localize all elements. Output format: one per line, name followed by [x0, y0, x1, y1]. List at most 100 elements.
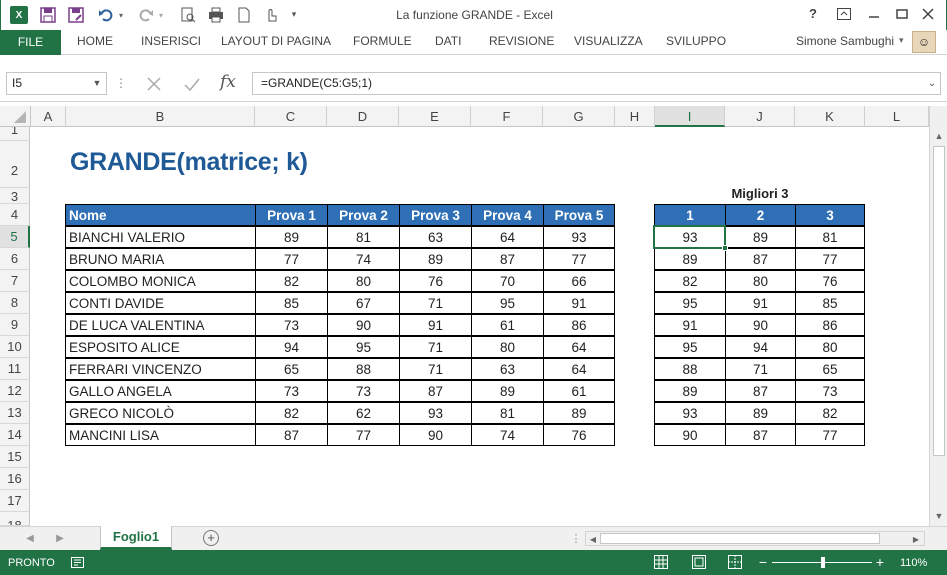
top3-cell[interactable]: 65	[795, 358, 865, 380]
user-name[interactable]: Simone Sambughi	[796, 34, 894, 48]
score-cell[interactable]: 77	[255, 248, 328, 270]
name-cell[interactable]: FERRARI VINCENZO	[65, 358, 256, 380]
score-cell[interactable]: 67	[327, 292, 400, 314]
tab-layout-di-pagina[interactable]: LAYOUT DI PAGINA	[221, 34, 331, 48]
name-box-dropdown-icon[interactable]: ▼	[90, 76, 104, 90]
scroll-up-icon[interactable]: ▲	[932, 130, 946, 142]
next-sheet-icon[interactable]: ▶	[54, 532, 66, 544]
name-cell[interactable]: MANCINI LISA	[65, 424, 256, 446]
column-header-g[interactable]: G	[543, 106, 615, 127]
tab-home[interactable]: HOME	[77, 34, 113, 48]
score-cell[interactable]: 88	[327, 358, 400, 380]
top3-cell[interactable]: 89	[654, 380, 726, 402]
vertical-scroll-thumb[interactable]	[933, 146, 945, 456]
avatar[interactable]: ☺	[912, 31, 936, 53]
row-header-14[interactable]: 14	[0, 424, 30, 446]
normal-view-icon[interactable]	[653, 554, 669, 570]
score-cell[interactable]: 70	[471, 270, 544, 292]
score-cell[interactable]: 80	[327, 270, 400, 292]
top3-cell[interactable]: 88	[654, 358, 726, 380]
tab-revisione[interactable]: REVISIONE	[489, 34, 554, 48]
top3-cell[interactable]: 90	[725, 314, 796, 336]
score-cell[interactable]: 89	[543, 402, 615, 424]
score-cell[interactable]: 64	[471, 226, 544, 248]
score-cell[interactable]: 74	[327, 248, 400, 270]
tab-inserisci[interactable]: INSERISCI	[141, 34, 201, 48]
column-header-l[interactable]: L	[865, 106, 929, 127]
macro-record-icon[interactable]	[70, 556, 84, 568]
ribbon-display-icon[interactable]	[836, 7, 852, 21]
insert-function-button[interactable]: fx	[220, 72, 236, 92]
zoom-slider-thumb[interactable]	[821, 557, 825, 568]
score-cell[interactable]: 74	[471, 424, 544, 446]
top3-cell[interactable]: 91	[654, 314, 726, 336]
top3-cell[interactable]: 71	[725, 358, 796, 380]
fill-handle[interactable]	[722, 245, 728, 251]
row-header-17[interactable]: 17	[0, 490, 30, 512]
column-header-i[interactable]: I	[655, 106, 725, 127]
score-cell[interactable]: 80	[471, 336, 544, 358]
score-cell[interactable]: 93	[399, 402, 472, 424]
score-cell[interactable]: 71	[399, 292, 472, 314]
row-header-5[interactable]: 5	[0, 226, 30, 248]
prev-sheet-icon[interactable]: ◀	[24, 532, 36, 544]
top3-cell[interactable]: 76	[795, 270, 865, 292]
zoom-in-icon[interactable]: +	[874, 554, 886, 570]
name-cell[interactable]: CONTI DAVIDE	[65, 292, 256, 314]
column-header-e[interactable]: E	[399, 106, 471, 127]
score-cell[interactable]: 73	[255, 314, 328, 336]
score-cell[interactable]: 77	[327, 424, 400, 446]
row-header-9[interactable]: 9	[0, 314, 30, 336]
scroll-right-icon[interactable]: ▶	[911, 533, 921, 545]
column-header-f[interactable]: F	[471, 106, 543, 127]
top3-cell[interactable]: 80	[795, 336, 865, 358]
score-cell[interactable]: 65	[255, 358, 328, 380]
top3-cell[interactable]: 81	[795, 226, 865, 248]
top3-cell[interactable]: 94	[725, 336, 796, 358]
score-cell[interactable]: 87	[399, 380, 472, 402]
column-header-c[interactable]: C	[255, 106, 327, 127]
top3-cell[interactable]: 85	[795, 292, 865, 314]
score-cell[interactable]: 91	[399, 314, 472, 336]
column-header-b[interactable]: B	[66, 106, 255, 127]
row-header-8[interactable]: 8	[0, 292, 30, 314]
top3-cell[interactable]: 91	[725, 292, 796, 314]
score-cell[interactable]: 61	[471, 314, 544, 336]
enter-formula-icon[interactable]	[182, 74, 202, 94]
row-header-3[interactable]: 3	[0, 188, 30, 204]
top3-cell[interactable]: 95	[654, 292, 726, 314]
score-cell[interactable]: 64	[543, 336, 615, 358]
scroll-down-icon[interactable]: ▼	[932, 510, 946, 522]
row-header-12[interactable]: 12	[0, 380, 30, 402]
score-cell[interactable]: 93	[543, 226, 615, 248]
top3-cell[interactable]: 82	[654, 270, 726, 292]
tab-dati[interactable]: DATI	[435, 34, 461, 48]
horizontal-scroll-thumb[interactable]	[600, 533, 880, 544]
top3-cell[interactable]: 90	[654, 424, 726, 446]
tab-formule[interactable]: FORMULE	[353, 34, 412, 48]
name-cell[interactable]: COLOMBO MONICA	[65, 270, 256, 292]
row-header-2[interactable]: 2	[0, 141, 30, 188]
score-cell[interactable]: 63	[471, 358, 544, 380]
minimize-icon[interactable]	[867, 8, 881, 20]
row-header-13[interactable]: 13	[0, 402, 30, 424]
row-header-7[interactable]: 7	[0, 270, 30, 292]
tab-file[interactable]: FILE	[0, 30, 61, 55]
top3-cell[interactable]: 89	[654, 248, 726, 270]
column-header-k[interactable]: K	[795, 106, 865, 127]
top3-cell[interactable]: 82	[795, 402, 865, 424]
select-all-corner[interactable]	[0, 106, 31, 127]
worksheet-grid[interactable]: A B C D E F G H I J K L 1 2 3 4 5 6 7 8 …	[0, 106, 929, 526]
page-layout-view-icon[interactable]	[691, 554, 707, 570]
more-options-icon[interactable]: ⋮	[115, 75, 127, 91]
score-cell[interactable]: 87	[471, 248, 544, 270]
top3-cell[interactable]: 93	[654, 226, 726, 248]
help-button[interactable]: ?	[809, 6, 817, 21]
top3-cell[interactable]: 87	[725, 380, 796, 402]
row-header-6[interactable]: 6	[0, 248, 30, 270]
score-cell[interactable]: 76	[543, 424, 615, 446]
score-cell[interactable]: 89	[399, 248, 472, 270]
score-cell[interactable]: 81	[471, 402, 544, 424]
user-dropdown-icon[interactable]: ▾	[899, 35, 904, 46]
top3-cell[interactable]: 86	[795, 314, 865, 336]
